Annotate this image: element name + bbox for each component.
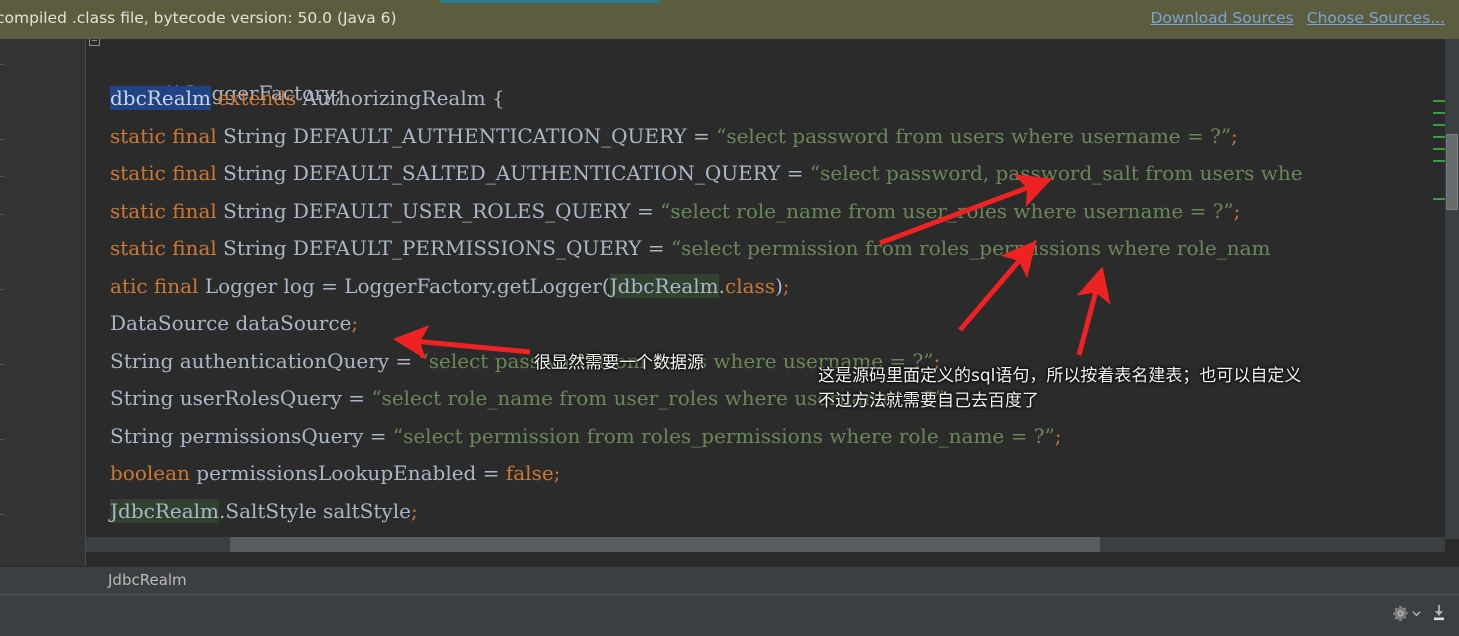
settings-control[interactable] (1392, 605, 1421, 622)
code-token: ; (410, 498, 418, 523)
code-token: permissionsLookupEnabled = (189, 461, 506, 485)
code-token: atic final (110, 273, 199, 298)
download-icon[interactable] (1431, 604, 1447, 622)
code-token: “select password from users where userna… (716, 123, 1232, 148)
code-token: “select password, password_salt from use… (809, 161, 1303, 185)
code-token: false (505, 461, 554, 485)
code-token: static final (110, 236, 217, 260)
chevron-down-icon[interactable] (1412, 609, 1421, 618)
scroll-marker (1433, 136, 1445, 138)
code-token: String userRolesQuery = (110, 386, 372, 410)
code-token: ; (1233, 198, 1241, 223)
note-datasource: 很显然需要一个数据源 (534, 353, 704, 373)
code-fold-icon[interactable] (89, 39, 100, 46)
code-token: String DEFAULT_PERMISSIONS_QUERY = (216, 236, 671, 260)
line-permissions-query[interactable]: String permissionsQuery = “select permis… (86, 418, 1303, 456)
choose-sources-link[interactable]: Choose Sources... (1307, 9, 1445, 27)
line-saltstyle[interactable]: JdbcRealm.SaltStyle saltStyle; (86, 493, 1303, 531)
code-lines[interactable]: dbcRealm extends AuthorizingRealm {stati… (86, 80, 1303, 530)
code-token: ; (351, 311, 359, 335)
code-token: String authenticationQuery = (110, 348, 419, 373)
code-editor[interactable]: 4j.LoggerFactory; dbcRealm extends Autho… (0, 39, 1459, 566)
line-datasource[interactable]: DataSource dataSource; (86, 305, 1303, 343)
code-token: String DEFAULT_USER_ROLES_QUERY = (216, 198, 661, 223)
code-token: static final (110, 198, 217, 223)
code-token: Logger log = LoggerFactory.getLogger( (198, 273, 610, 298)
code-token: static final (110, 123, 217, 148)
ide-editor-window: compiled .class file, bytecode version: … (0, 0, 1459, 636)
scroll-marker (1433, 100, 1445, 102)
code-content-area[interactable]: 4j.LoggerFactory; dbcRealm extends Autho… (86, 39, 1459, 566)
notification-message: compiled .class file, bytecode version: … (0, 9, 397, 27)
line-default-auth-query[interactable]: static final String DEFAULT_AUTHENTICATI… (86, 118, 1303, 156)
breadcrumb-jdbcrealm[interactable]: JdbcRealm (108, 571, 187, 589)
scroll-marker (1433, 198, 1445, 200)
code-token: ; (1231, 123, 1238, 148)
code-token: ) (775, 273, 783, 298)
scroll-marker (1433, 112, 1445, 114)
scroll-marker (1433, 160, 1445, 162)
gear-icon[interactable] (1392, 605, 1409, 622)
status-bar-icons (1392, 604, 1447, 622)
code-token: dbcRealm (110, 86, 211, 110)
decompiled-file-notification-bar: compiled .class file, bytecode version: … (0, 0, 1459, 39)
vertical-scrollbar-thumb[interactable] (1446, 134, 1458, 210)
code-token: JdbcRealm (110, 498, 220, 523)
line-class-decl[interactable]: dbcRealm extends AuthorizingRealm { (86, 80, 1303, 118)
horizontal-scrollbar-thumb[interactable] (230, 537, 1100, 552)
code-token: ; (782, 273, 790, 298)
editor-gutter[interactable] (0, 39, 86, 566)
line-default-salted-auth-query[interactable]: static final String DEFAULT_SALTED_AUTHE… (86, 155, 1303, 193)
download-sources-link[interactable]: Download Sources (1150, 9, 1293, 27)
code-token: class (725, 273, 776, 298)
code-token: “select permission from roles_permission… (392, 423, 1055, 448)
line-default-permissions-query[interactable]: static final String DEFAULT_PERMISSIONS_… (86, 230, 1303, 268)
line-permissions-lookup[interactable]: boolean permissionsLookupEnabled = false… (86, 455, 1303, 493)
code-token: String DEFAULT_SALTED_AUTHENTICATION_QUE… (216, 161, 810, 185)
notification-actions: Download Sources Choose Sources... (1150, 9, 1445, 27)
line-default-user-roles-query[interactable]: static final String DEFAULT_USER_ROLES_Q… (86, 193, 1303, 231)
notification-accent-line (440, 0, 660, 3)
scroll-marker (1433, 148, 1445, 150)
code-token: String permissionsQuery = (110, 423, 393, 448)
code-token: ; (1054, 423, 1062, 448)
code-token: static final (110, 161, 217, 185)
code-token: extends (217, 86, 297, 110)
code-token: DataSource dataSource (110, 311, 352, 335)
vertical-scrollbar-track[interactable] (1445, 39, 1459, 539)
scroll-marker (1433, 124, 1445, 126)
note-sql-line2: 不过方法就需要自己去百度了 (818, 391, 1039, 411)
status-bar (0, 594, 1459, 636)
breadcrumb-bar: JdbcRealm (0, 566, 1459, 594)
code-token: “select permission from roles_permission… (670, 236, 1271, 260)
code-token: String DEFAULT_AUTHENTICATION_QUERY = (216, 123, 717, 148)
code-token: “select role_name from user_roles where … (660, 198, 1234, 223)
horizontal-scrollbar-track[interactable] (86, 537, 1445, 552)
line-logger[interactable]: atic final Logger log = LoggerFactory.ge… (86, 268, 1303, 306)
code-token: ; (553, 461, 561, 485)
code-token: boolean (110, 461, 190, 485)
code-token: .SaltStyle saltStyle (219, 498, 411, 523)
code-token: JdbcRealm (609, 273, 719, 298)
code-token: AuthorizingRealm { (296, 86, 505, 110)
note-sql-line1: 这是源码里面定义的sql语句，所以按着表名建表；也可以自定义 (818, 366, 1302, 386)
